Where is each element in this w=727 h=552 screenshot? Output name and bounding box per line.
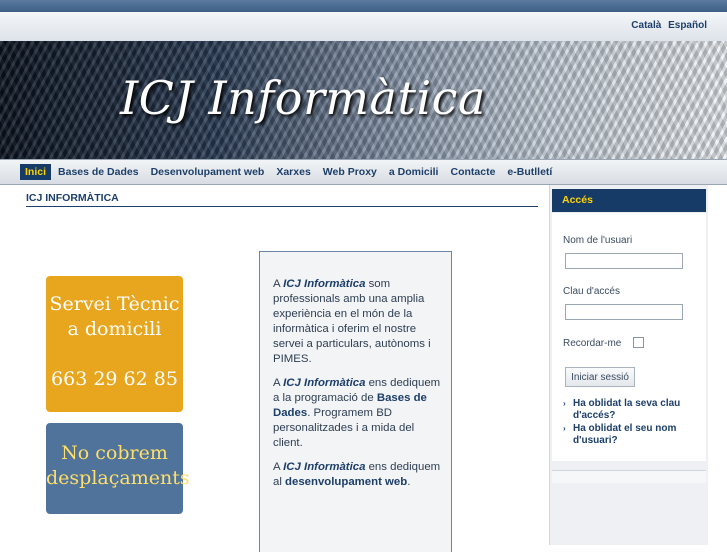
p1-text: som professionals amb una amplia experiè… bbox=[273, 278, 431, 365]
right-sidebar: Accés Nom de l'usuari Clau d'accés Recor… bbox=[549, 185, 708, 545]
promo-servei-tecnic[interactable]: Servei Tècnic a domicili 663 29 62 85 bbox=[46, 276, 183, 412]
password-label: Clau d'accés bbox=[563, 286, 620, 297]
header-banner: ICJ Informàtica bbox=[0, 41, 727, 159]
arrow-right-icon: › bbox=[563, 424, 566, 433]
username-label: Nom de l'usuari bbox=[563, 235, 633, 246]
p3-brand: ICJ Informàtica bbox=[283, 461, 366, 473]
nav-item-inici[interactable]: Inici bbox=[20, 164, 52, 180]
login-submit-button[interactable]: Iniciar sessió bbox=[565, 367, 635, 387]
nav-item-e-butlleti[interactable]: e-Butlletí bbox=[502, 164, 557, 180]
site-logo-title[interactable]: ICJ Informàtica bbox=[120, 71, 486, 125]
login-module-title: Accés bbox=[552, 189, 706, 212]
language-bar: Català Español bbox=[0, 12, 727, 42]
page-title: ICJ INFORMÀTICA bbox=[26, 192, 538, 207]
main-nav: Inici Bases de Dades Desenvolupament web… bbox=[0, 159, 727, 185]
nav-item-contacte[interactable]: Contacte bbox=[445, 164, 500, 180]
lang-link-espanol[interactable]: Español bbox=[668, 20, 707, 31]
forgot-username-link[interactable]: › Ha oblidat el seu nom d'usuari? bbox=[563, 423, 698, 447]
sidebar-separator bbox=[552, 470, 706, 483]
arrow-right-icon: › bbox=[563, 399, 566, 408]
forgot-username-text: Ha oblidat el seu nom d'usuari? bbox=[573, 423, 677, 446]
promo-travel-line2: desplaçaments bbox=[46, 467, 190, 489]
promo-no-travel-fee[interactable]: No cobrem desplaçaments bbox=[46, 423, 190, 514]
intro-paragraph-3: A ICJ Informàtica ens dediquem al desenv… bbox=[260, 460, 451, 490]
forgot-password-text: Ha oblidat la seva clau d'accés? bbox=[573, 398, 681, 421]
promo-travel-line1: No cobrem bbox=[61, 442, 168, 464]
p1-prefix: A bbox=[273, 278, 284, 290]
username-input[interactable] bbox=[565, 253, 683, 269]
forgot-password-link[interactable]: › Ha oblidat la seva clau d'accés? bbox=[563, 398, 698, 422]
nav-item-bases-de-dades[interactable]: Bases de Dades bbox=[53, 164, 144, 180]
language-switcher: Català Español bbox=[627, 20, 707, 31]
intro-paragraph-2: A ICJ Informàtica ens dediquem a la prog… bbox=[260, 376, 451, 451]
promo-service-line1: Servei Tècnic bbox=[49, 293, 180, 315]
intro-info-box: A ICJ Informàtica som professionals amb … bbox=[259, 251, 452, 552]
p1-brand: ICJ Informàtica bbox=[283, 278, 366, 290]
promo-phone-number: 663 29 62 85 bbox=[51, 368, 178, 390]
nav-item-web-proxy[interactable]: Web Proxy bbox=[318, 164, 382, 180]
login-help-links: › Ha oblidat la seva clau d'accés? › Ha … bbox=[563, 398, 698, 448]
password-input[interactable] bbox=[565, 304, 683, 320]
p3-text-end: . bbox=[407, 476, 411, 488]
remember-me-label: Recordar-me bbox=[563, 338, 622, 349]
login-form: Nom de l'usuari Clau d'accés Recordar-me… bbox=[552, 213, 706, 461]
nav-item-xarxes[interactable]: Xarxes bbox=[271, 164, 315, 180]
p2-prefix: A bbox=[273, 377, 284, 389]
p3-highlight: desenvolupament web bbox=[285, 476, 408, 488]
promo-service-line2: a domicili bbox=[67, 318, 162, 340]
intro-paragraph-1: A ICJ Informàtica som professionals amb … bbox=[260, 277, 451, 367]
top-strip bbox=[0, 0, 727, 12]
lang-link-catala[interactable]: Català bbox=[631, 20, 661, 31]
nav-item-desenvolupament-web[interactable]: Desenvolupament web bbox=[146, 164, 270, 180]
p2-brand: ICJ Informàtica bbox=[283, 377, 366, 389]
p3-prefix: A bbox=[273, 461, 284, 473]
remember-me-checkbox[interactable] bbox=[633, 337, 644, 348]
nav-item-a-domicili[interactable]: a Domicili bbox=[384, 164, 444, 180]
